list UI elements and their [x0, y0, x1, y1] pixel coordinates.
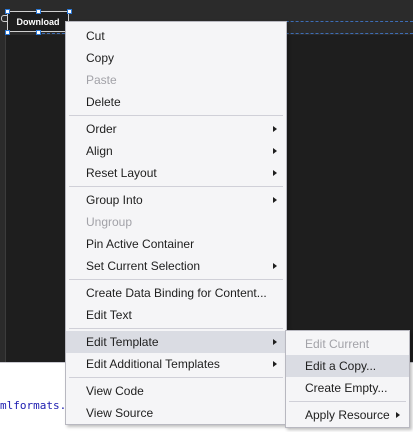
menu-item-label: Edit Additional Templates	[86, 357, 220, 371]
submenu-arrow-icon	[273, 148, 277, 154]
menu-item-label: Edit Template	[86, 335, 159, 349]
menu-item-label: Edit Current	[305, 337, 370, 351]
menu-item-edit-a-copy[interactable]: Edit a Copy...	[286, 355, 409, 377]
menu-separator	[69, 115, 283, 116]
download-button[interactable]: Download	[7, 11, 69, 32]
menu-item-edit-additional-templates[interactable]: Edit Additional Templates	[66, 353, 286, 375]
menu-separator	[69, 377, 283, 378]
menu-item-label: Create Data Binding for Content...	[86, 286, 267, 300]
menu-item-label: Apply Resource	[305, 408, 390, 422]
menu-separator	[69, 279, 283, 280]
menu-item-label: Align	[86, 144, 113, 158]
code-text: mlformats.	[0, 399, 67, 412]
menu-item-label: Set Current Selection	[86, 259, 201, 273]
menu-separator	[69, 328, 283, 329]
menu-item-edit-current: Edit Current	[286, 333, 409, 355]
menu-item-create-empty[interactable]: Create Empty...	[286, 377, 409, 399]
menu-item-label: Order	[86, 122, 117, 136]
menu-item-edit-template[interactable]: Edit Template	[66, 331, 286, 353]
menu-item-group-into[interactable]: Group Into	[66, 189, 286, 211]
menu-item-set-current-selection[interactable]: Set Current Selection	[66, 255, 286, 277]
menu-item-label: Edit Text	[86, 308, 132, 322]
selection-handle-top-right[interactable]	[67, 9, 72, 14]
menu-item-label: Pin Active Container	[86, 237, 195, 251]
menu-item-order[interactable]: Order	[66, 118, 286, 140]
submenu-arrow-icon	[273, 339, 277, 345]
selection-handle-top-left[interactable]	[5, 9, 10, 14]
menu-item-cut[interactable]: Cut	[66, 25, 286, 47]
menu-item-label: Group Into	[86, 193, 143, 207]
selection-handle-bottom[interactable]	[36, 30, 41, 35]
submenu-arrow-icon	[273, 197, 277, 203]
menu-item-edit-text[interactable]: Edit Text	[66, 304, 286, 326]
menu-item-view-code[interactable]: View Code	[66, 380, 286, 402]
menu-item-label: Ungroup	[86, 215, 133, 229]
menu-item-ungroup: Ungroup	[66, 211, 286, 233]
menu-item-pin-active-container[interactable]: Pin Active Container	[66, 233, 286, 255]
edit-template-submenu: Edit Current Edit a Copy... Create Empty..…	[285, 330, 410, 428]
menu-item-paste: Paste	[66, 69, 286, 91]
menu-item-reset-layout[interactable]: Reset Layout	[66, 162, 286, 184]
submenu-arrow-icon	[273, 170, 277, 176]
submenu-arrow-icon	[273, 126, 277, 132]
menu-item-label: Cut	[86, 29, 105, 43]
selection-handle-top[interactable]	[36, 9, 41, 14]
submenu-arrow-icon	[273, 361, 277, 367]
menu-item-label: View Code	[86, 384, 144, 398]
menu-item-label: Delete	[86, 95, 121, 109]
menu-item-label: Create Empty...	[305, 381, 388, 395]
menu-item-create-data-binding-for-content[interactable]: Create Data Binding for Content...	[66, 282, 286, 304]
submenu-arrow-icon	[273, 263, 277, 269]
menu-item-delete[interactable]: Delete	[66, 91, 286, 113]
menu-item-label: View Source	[86, 406, 154, 420]
menu-item-label: Paste	[86, 73, 117, 87]
download-button-label: Download	[16, 16, 60, 27]
menu-separator	[289, 401, 406, 402]
menu-item-apply-resource[interactable]: Apply Resource	[286, 404, 409, 426]
menu-separator	[69, 186, 283, 187]
context-menu: Cut Copy Paste Delete Order Align Reset Layout…	[65, 21, 287, 425]
menu-item-align[interactable]: Align	[66, 140, 286, 162]
menu-item-label: Edit a Copy...	[305, 359, 377, 373]
menu-item-copy[interactable]: Copy	[66, 47, 286, 69]
menu-item-label: Reset Layout	[86, 166, 157, 180]
submenu-arrow-icon	[396, 412, 400, 418]
selection-handle-bottom-left[interactable]	[5, 30, 10, 35]
menu-item-view-source[interactable]: View Source	[66, 402, 286, 424]
menu-item-label: Copy	[86, 51, 115, 65]
